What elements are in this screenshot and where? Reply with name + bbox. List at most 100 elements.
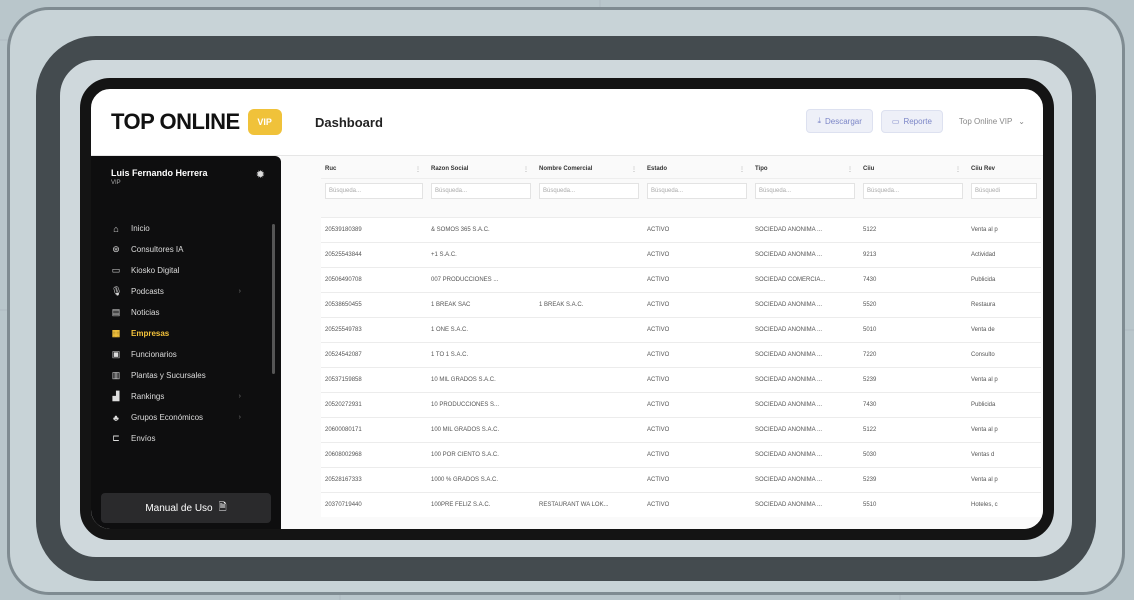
sidebar-item-noticias[interactable]: ▤ Noticias: [91, 302, 281, 323]
sort-icon[interactable]: ⋮: [739, 166, 745, 173]
factory-icon: ▥: [111, 370, 121, 380]
table-cell: 1 BREAK S.A.C.: [535, 292, 643, 318]
table-cell: Venta al p: [967, 417, 1041, 443]
sidebar-item-label: Grupos Económicos: [131, 413, 204, 422]
sidebar-item-plantas[interactable]: ▥ Plantas y Sucursales: [91, 365, 281, 386]
table-row[interactable]: 20528167333 1000 % GRADOS S.A.C. ACTIVO SOC…: [321, 467, 1041, 493]
sort-icon[interactable]: ⋮: [631, 166, 637, 173]
table-cell: 20506490708: [321, 267, 427, 293]
user-profile[interactable]: Luis Fernando Herrera VIP ✹: [91, 156, 281, 212]
table-cell: Venta al p: [967, 217, 1041, 243]
table-cell: 1 ONE S.A.C.: [427, 317, 535, 343]
table-cell: [535, 242, 643, 268]
table-row[interactable]: 20538650455 1 BREAK SAC 1 BREAK S.A.C. ACTI…: [321, 292, 1041, 318]
column-header[interactable]: Ruc ⋮: [321, 160, 427, 179]
table-cell: Publicida: [967, 392, 1041, 418]
table-cell: 20538650455: [321, 292, 427, 318]
table-cell: 5030: [859, 442, 967, 468]
top-bar: TOP ONLINE VIP Dashboard ⤓ Descargar ▭ R…: [91, 89, 1043, 156]
table-cell: Venta al p: [967, 367, 1041, 393]
table-row[interactable]: 20506490708 007 PRODUCCIONES ... ACTIVO SOC…: [321, 267, 1041, 293]
table-cell: SOCIEDAD ANONIMA ...: [751, 442, 859, 468]
manual-button[interactable]: Manual de Uso 🗎: [101, 493, 271, 523]
sort-icon[interactable]: ⋮: [523, 166, 529, 173]
table-row[interactable]: 20524542087 1 TO 1 S.A.C. ACTIVO SOCIEDAD A…: [321, 342, 1041, 368]
filter-input[interactable]: Búsqueda...: [755, 183, 855, 199]
filter-input[interactable]: Búsqueda...: [325, 183, 423, 199]
filter-input[interactable]: Búsqueda...: [863, 183, 963, 199]
chevron-right-icon: ›: [238, 288, 241, 295]
sort-icon[interactable]: ⋮: [847, 166, 853, 173]
sidebar-item-grupos[interactable]: ♣ Grupos Económicos ›: [91, 407, 281, 428]
send-icon: ⊏: [112, 433, 120, 443]
table-cell: SOCIEDAD ANONIMA ...: [751, 367, 859, 393]
table-cell: SOCIEDAD ANONIMA ...: [751, 392, 859, 418]
table-cell: 1 BREAK SAC: [427, 292, 535, 318]
chevron-down-icon: ⌄: [1018, 116, 1025, 126]
sidebar-item-kiosko-digital[interactable]: ▭ Kiosko Digital: [91, 260, 281, 281]
table-row[interactable]: 20608002968 100 POR CIENTO S.A.C. ACTIVO SO…: [321, 442, 1041, 468]
download-button[interactable]: ⤓ Descargar: [806, 109, 873, 133]
top-actions: ⤓ Descargar ▭ Reporte Top Online VIP ⌄: [806, 109, 1033, 133]
download-label: Descargar: [824, 116, 862, 126]
table-cell: ACTIVO: [643, 292, 751, 318]
table-cell: SOCIEDAD ANONIMA ...: [751, 317, 859, 343]
table-row[interactable]: 20525549783 1 ONE S.A.C. ACTIVO SOCIEDAD AN…: [321, 317, 1041, 343]
column-header[interactable]: Ciiu ⋮: [859, 160, 967, 179]
sidebar-scrollbar[interactable]: [272, 224, 275, 374]
sidebar-item-envios[interactable]: ⊏ Envíos: [91, 428, 281, 449]
table-cell: RESTAURANT WA LOK...: [535, 492, 643, 517]
sidebar-item-label: Plantas y Sucursales: [131, 371, 206, 380]
table-body: 20539180389 & SOMOS 365 S.A.C. ACTIVO SOCIE…: [321, 217, 1041, 517]
sidebar-item-rankings[interactable]: ▟ Rankings ›: [91, 386, 281, 407]
sidebar-item-empresas[interactable]: ▦ Empresas: [91, 323, 281, 344]
table-cell: [535, 417, 643, 443]
column-header[interactable]: Nombre Comercial ⋮: [535, 160, 643, 179]
filter-input[interactable]: Búsqueda...: [647, 183, 747, 199]
sort-icon[interactable]: ⋮: [955, 166, 961, 173]
chart-icon: ▟: [112, 391, 120, 401]
sidebar-item-consultores-ia[interactable]: ⊛ Consultores IA: [91, 239, 281, 260]
sidebar-item-podcasts[interactable]: 🎙 Podcasts ›: [91, 281, 281, 302]
table-cell: 5010: [859, 317, 967, 343]
table-row[interactable]: 20370719440 100PRE FELIZ S.A.C. RESTAURANT…: [321, 492, 1041, 517]
table-row[interactable]: 20525543844 +1 S.A.C. ACTIVO SOCIEDAD ANONI…: [321, 242, 1041, 268]
table-cell: 20528167333: [321, 467, 427, 493]
table-row[interactable]: 20539180389 & SOMOS 365 S.A.C. ACTIVO SOCIE…: [321, 217, 1041, 243]
filter-row: Búsqueda... Búsqueda... Búsqueda... Búsq…: [321, 179, 1041, 204]
plan-select[interactable]: Top Online VIP ⌄: [951, 111, 1033, 132]
sidebar-item-inicio[interactable]: ⌂ Inicio: [91, 218, 281, 239]
table-cell: 7430: [859, 392, 967, 418]
people-icon: ▣: [111, 349, 121, 359]
report-button[interactable]: ▭ Reporte: [880, 109, 943, 133]
kiosk-icon: ▭: [111, 265, 121, 275]
table-row[interactable]: 20600080171 100 MIL GRADOS S.A.C. ACTIVO SO…: [321, 417, 1041, 443]
filter-input[interactable]: Búsquedi: [971, 183, 1037, 199]
table-cell: Actividad: [967, 242, 1041, 268]
table-cell: ACTIVO: [643, 317, 751, 343]
table-cell: [535, 317, 643, 343]
table-cell: ACTIVO: [643, 342, 751, 368]
table-cell: Hoteles, c: [967, 492, 1041, 517]
theme-toggle-icon[interactable]: ✹: [256, 168, 265, 181]
main-panel: Ruc ⋮ Razon Social ⋮ Nombre Comercial ⋮ Est…: [281, 156, 1043, 529]
column-header[interactable]: Ciiu Rev: [967, 160, 1041, 179]
table-cell: 100 POR CIENTO S.A.C.: [427, 442, 535, 468]
table-header-row: Ruc ⋮ Razon Social ⋮ Nombre Comercial ⋮ Est…: [321, 160, 1041, 179]
table-row[interactable]: 20537159858 10 MIL GRADOS S.A.C. ACTIVO SOC…: [321, 367, 1041, 393]
column-header[interactable]: Estado ⋮: [643, 160, 751, 179]
table-cell: [535, 442, 643, 468]
sort-icon[interactable]: ⋮: [415, 166, 421, 173]
companies-table: Ruc ⋮ Razon Social ⋮ Nombre Comercial ⋮ Est…: [321, 160, 1041, 517]
table-cell: & SOMOS 365 S.A.C.: [427, 217, 535, 243]
sidebar-item-funcionarios[interactable]: ▣ Funcionarios: [91, 344, 281, 365]
table-cell: 5239: [859, 367, 967, 393]
report-label: Reporte: [903, 116, 932, 126]
table-cell: Venta al p: [967, 467, 1041, 493]
filter-input[interactable]: Búsqueda...: [539, 183, 639, 199]
table-row[interactable]: 20520272931 10 PRODUCCIONES S... ACTIVO SOC…: [321, 392, 1041, 418]
logo[interactable]: TOP ONLINE VIP: [91, 109, 301, 135]
filter-input[interactable]: Búsqueda...: [431, 183, 531, 199]
column-header[interactable]: Razon Social ⋮: [427, 160, 535, 179]
column-header[interactable]: Tipo ⋮: [751, 160, 859, 179]
